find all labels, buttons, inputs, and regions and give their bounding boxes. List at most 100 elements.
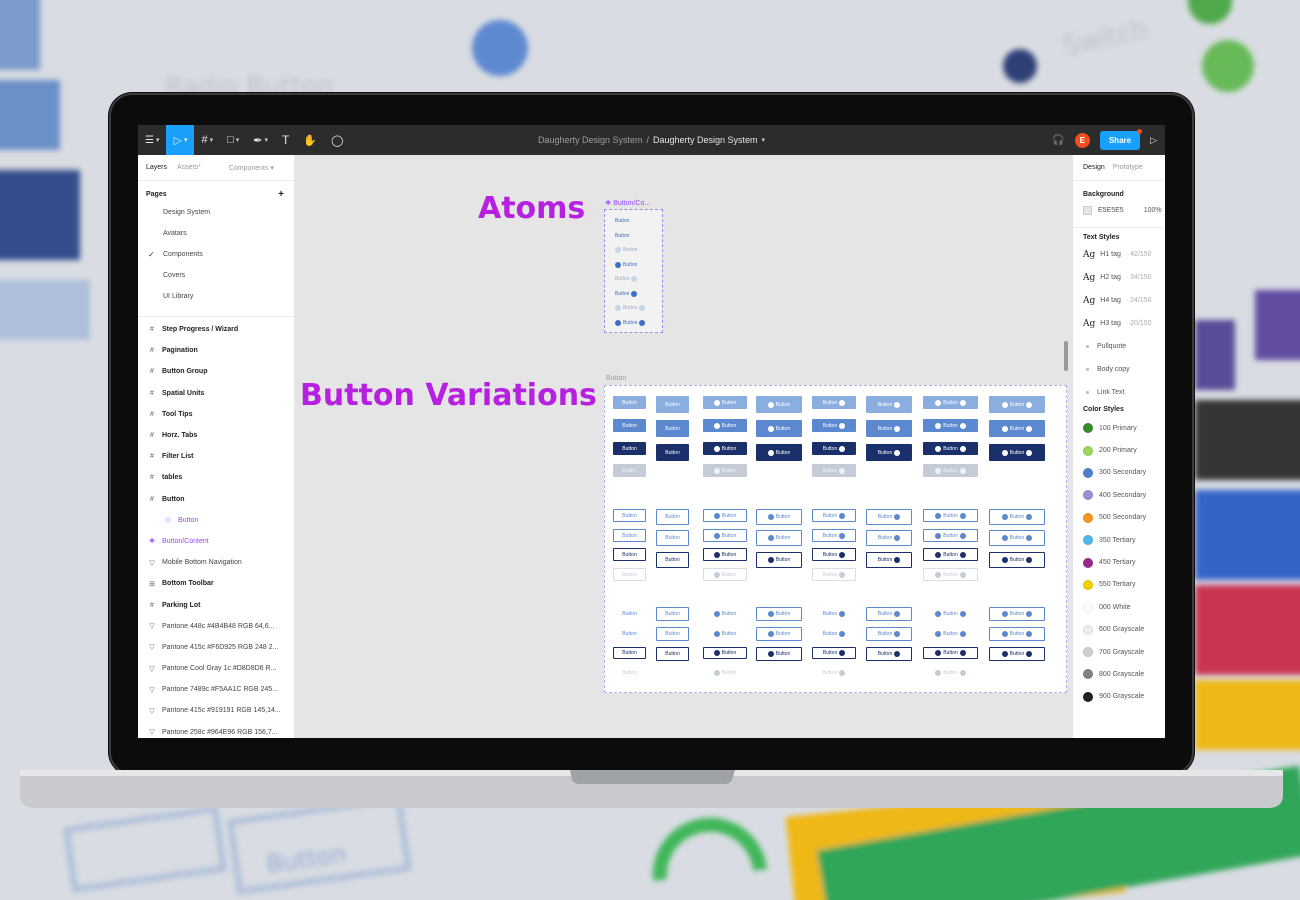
- page-item[interactable]: Covers: [138, 265, 294, 286]
- variation-button[interactable]: Button: [703, 509, 747, 522]
- variation-button[interactable]: Button: [613, 509, 646, 522]
- variation-button[interactable]: Button: [989, 627, 1045, 641]
- variation-button[interactable]: Button: [656, 509, 689, 525]
- variation-button[interactable]: Button: [756, 627, 802, 641]
- variation-button[interactable]: Button: [703, 442, 747, 455]
- project-name[interactable]: Daugherty Design System: [538, 135, 643, 145]
- variation-button[interactable]: Button: [656, 530, 689, 546]
- variation-button[interactable]: Button: [923, 568, 978, 581]
- layer-item[interactable]: ▽ Pantone 415c #F6D925 RGB 248 2...: [138, 637, 294, 658]
- variation-button[interactable]: Button: [923, 442, 978, 455]
- variation-button[interactable]: Button: [613, 667, 646, 679]
- variation-button[interactable]: Button: [866, 444, 912, 461]
- variation-button[interactable]: Button: [656, 420, 689, 437]
- variation-button[interactable]: Button: [703, 419, 747, 432]
- color-style-item[interactable]: 900 Grayscale: [1073, 686, 1165, 708]
- variation-button[interactable]: Button: [812, 667, 856, 679]
- page-item[interactable]: Design System: [138, 202, 294, 223]
- variation-button[interactable]: Button: [923, 509, 978, 522]
- variation-button[interactable]: Button: [923, 396, 978, 409]
- variation-button[interactable]: Button: [989, 444, 1045, 461]
- text-style-item[interactable]: Pullquote: [1073, 335, 1165, 358]
- variation-button[interactable]: Button: [703, 396, 747, 409]
- layer-item[interactable]: ▽ Pantone 258c #964E96 RGB 156,7...: [138, 722, 294, 738]
- variation-button[interactable]: Button: [756, 530, 802, 546]
- text-style-item[interactable]: Ag H1 tag · 42/150: [1073, 243, 1165, 266]
- variation-button[interactable]: Button: [923, 667, 978, 679]
- variation-button[interactable]: Button: [812, 628, 856, 640]
- variation-button[interactable]: Button: [656, 627, 689, 641]
- variation-button[interactable]: Button: [756, 396, 802, 413]
- hand-tool-icon[interactable]: ✋: [296, 125, 324, 155]
- variation-button[interactable]: Button: [756, 420, 802, 437]
- variation-button[interactable]: Button: [656, 607, 689, 621]
- color-style-item[interactable]: 100 Primary: [1073, 417, 1165, 439]
- variation-button[interactable]: Button: [613, 442, 646, 455]
- variation-button[interactable]: Button: [703, 568, 747, 581]
- tab-design[interactable]: Design: [1083, 164, 1105, 171]
- atom-button[interactable]: Button: [615, 290, 638, 297]
- color-style-item[interactable]: 700 Grayscale: [1073, 641, 1165, 663]
- atom-button[interactable]: Button: [615, 261, 637, 268]
- atom-button[interactable]: Button: [615, 247, 637, 253]
- tab-assets[interactable]: Assets*: [177, 164, 201, 171]
- variation-button[interactable]: Button: [613, 529, 646, 542]
- atom-button[interactable]: Button: [615, 319, 646, 326]
- layer-item[interactable]: ▽ Pantone 415c #919191 RGB 145,14...: [138, 700, 294, 721]
- variation-button[interactable]: Button: [812, 548, 856, 561]
- variation-button[interactable]: Button: [756, 552, 802, 568]
- variation-button[interactable]: Button: [703, 667, 747, 679]
- atom-button[interactable]: Button: [615, 218, 629, 224]
- variation-button[interactable]: Button: [703, 548, 747, 561]
- color-style-item[interactable]: 500 Secondary: [1073, 507, 1165, 529]
- layer-item[interactable]: # Horz. Tabs: [138, 425, 294, 446]
- tab-prototype[interactable]: Prototype: [1113, 164, 1143, 171]
- layer-item[interactable]: ▽ Pantone Cool Gray 1c #D8D8D6 R...: [138, 658, 294, 679]
- frame-tool-icon[interactable]: # ▾: [194, 125, 220, 155]
- file-name[interactable]: Daugherty Design System: [653, 135, 758, 145]
- layer-item[interactable]: ❖ Button/Content: [138, 531, 294, 552]
- variation-button[interactable]: Button: [923, 419, 978, 432]
- variation-button[interactable]: Button: [866, 552, 912, 568]
- add-page-icon[interactable]: +: [278, 190, 284, 200]
- move-tool-icon[interactable]: ▷ ▾: [166, 125, 195, 155]
- share-button[interactable]: Share: [1099, 128, 1143, 150]
- layer-item[interactable]: ▽ Pantone 448c #4B4B48 RGB 64,6...: [138, 616, 294, 637]
- variation-button[interactable]: Button: [756, 444, 802, 461]
- atom-button[interactable]: Button: [615, 276, 638, 282]
- text-tool-icon[interactable]: T: [275, 125, 296, 155]
- atom-button[interactable]: Button: [615, 305, 646, 311]
- variation-button[interactable]: Button: [812, 419, 856, 432]
- variation-button[interactable]: Button: [866, 647, 912, 661]
- color-style-item[interactable]: 350 Tertiary: [1073, 529, 1165, 551]
- atoms-frame-label[interactable]: ❖ Button/Co...: [605, 199, 650, 207]
- shape-tool-icon[interactable]: □ ▾: [220, 125, 246, 155]
- variation-button[interactable]: Button: [613, 548, 646, 561]
- variation-button[interactable]: Button: [613, 628, 646, 640]
- headphones-icon[interactable]: 🎧: [1052, 135, 1064, 146]
- background-swatch[interactable]: [1083, 206, 1092, 215]
- color-style-item[interactable]: 300 Secondary: [1073, 462, 1165, 484]
- text-style-item[interactable]: Ag H4 tag · 24/150: [1073, 289, 1165, 312]
- variation-button[interactable]: Button: [866, 396, 912, 413]
- figma-menu-icon[interactable]: ☰ ▾: [138, 125, 166, 155]
- layer-item[interactable]: ▽ Mobile Bottom Navigation: [138, 552, 294, 573]
- variation-button[interactable]: Button: [866, 627, 912, 641]
- variation-button[interactable]: Button: [812, 608, 856, 620]
- atoms-frame[interactable]: Button Button Button Button Button Button Butt…: [604, 209, 663, 333]
- variation-button[interactable]: Button: [613, 608, 646, 620]
- atoms-heading[interactable]: Atoms: [478, 191, 585, 226]
- variation-button[interactable]: Button: [923, 647, 978, 659]
- variation-button[interactable]: Button: [923, 608, 978, 620]
- text-style-item[interactable]: Ag H3 tag · 20/150: [1073, 312, 1165, 335]
- variation-button[interactable]: Button: [989, 530, 1045, 546]
- variation-button[interactable]: Button: [812, 647, 856, 659]
- layer-item[interactable]: ⊞ Bottom Toolbar: [138, 573, 294, 594]
- variation-button[interactable]: Button: [866, 509, 912, 525]
- variation-button[interactable]: Button: [812, 464, 856, 477]
- pen-tool-icon[interactable]: ✒ ▾: [246, 125, 275, 155]
- variation-button[interactable]: Button: [613, 419, 646, 432]
- text-style-item[interactable]: Ag H2 tag · 34/150: [1073, 266, 1165, 289]
- variation-button[interactable]: Button: [656, 444, 689, 461]
- color-style-item[interactable]: 400 Secondary: [1073, 484, 1165, 506]
